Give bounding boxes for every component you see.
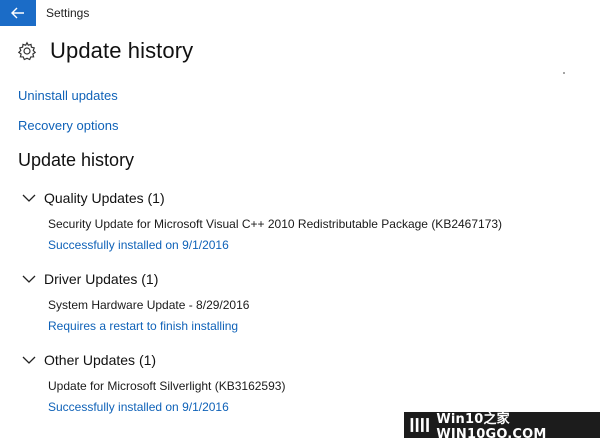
chevron-down-icon [22, 274, 36, 284]
watermark-text: Win10之家 WIN10GO.COM [436, 412, 547, 442]
page-title: Update history [50, 38, 194, 63]
group-title: Other Updates (1) [44, 352, 157, 368]
uninstall-updates-link[interactable]: Uninstall updates [18, 88, 118, 103]
title-bar: Settings [0, 0, 600, 26]
group-quality-updates[interactable]: Quality Updates (1) [22, 190, 165, 206]
window-title: Settings [46, 6, 90, 20]
group-title: Driver Updates (1) [44, 271, 159, 287]
gear-icon [16, 40, 38, 62]
decorative-dot [563, 72, 565, 74]
watermark: Win10之家 WIN10GO.COM [404, 412, 600, 442]
update-status-link[interactable]: Successfully installed on 9/1/2016 [48, 238, 229, 252]
update-name: Security Update for Microsoft Visual C++… [48, 217, 503, 231]
windows-logo-icon [410, 418, 429, 432]
recovery-options-link[interactable]: Recovery options [18, 118, 118, 133]
section-title: Update history [18, 150, 135, 170]
update-name: System Hardware Update - 8/29/2016 [48, 298, 250, 312]
group-title: Quality Updates (1) [44, 190, 165, 206]
chevron-down-icon [22, 355, 36, 365]
group-other-updates[interactable]: Other Updates (1) [22, 352, 156, 368]
page-header: Update history [16, 38, 193, 64]
update-name: Update for Microsoft Silverlight (KB3162… [48, 379, 286, 393]
update-status-link[interactable]: Requires a restart to finish installing [48, 319, 238, 333]
group-driver-updates[interactable]: Driver Updates (1) [22, 271, 158, 287]
back-arrow-icon [11, 7, 24, 19]
back-button[interactable] [0, 0, 36, 26]
update-status-link[interactable]: Successfully installed on 9/1/2016 [48, 400, 229, 414]
chevron-down-icon [22, 193, 36, 203]
